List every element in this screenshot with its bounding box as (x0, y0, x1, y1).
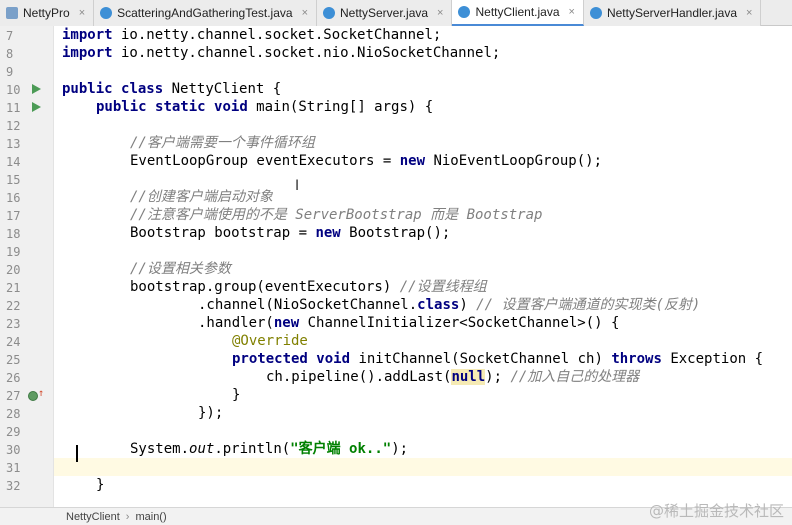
code-line-8: import io.netty.channel.socket.nio.NioSo… (62, 45, 501, 61)
line-number: 32 (6, 479, 21, 493)
line-number: 26 (6, 371, 21, 385)
implements-arrow-icon: ↑ (38, 388, 45, 399)
close-icon[interactable]: × (302, 7, 308, 19)
line-number: 20 (6, 263, 21, 277)
tab-label: NettyServer.java (340, 6, 429, 20)
code-line-30: System.out.println("客户端 ok.."); (130, 441, 409, 457)
watermark: @稀土掘金技术社区 (648, 502, 784, 520)
code-line-28: }); (198, 405, 224, 421)
code-line-14: EventLoopGroup eventExecutors = new NioE… (130, 153, 603, 169)
close-icon[interactable]: × (569, 6, 575, 18)
code-line-25: protected void initChannel(SocketChannel… (232, 351, 764, 367)
line-number: 10 (6, 83, 21, 97)
close-icon[interactable]: × (79, 7, 85, 19)
code-line-18: Bootstrap bootstrap = new Bootstrap(); (130, 225, 451, 241)
tab-label: NettyPro (23, 6, 70, 20)
code-editor[interactable]: import io.netty.channel.socket.SocketCha… (54, 26, 792, 507)
code-line-31-current[interactable] (54, 458, 792, 476)
module-icon (6, 7, 18, 19)
line-number: 9 (6, 65, 14, 79)
mouse-ibeam-cursor-icon: Ⅰ (295, 178, 300, 194)
line-number: 12 (6, 119, 21, 133)
code-line-10: public class NettyClient { (62, 81, 282, 97)
tab-label: NettyServerHandler.java (606, 6, 738, 20)
line-number: 27 (6, 389, 21, 403)
class-icon (589, 7, 602, 19)
code-line-17: //注意客户端使用的不是 ServerBootstrap 而是 Bootstra… (130, 207, 543, 223)
line-number: 11 (6, 101, 21, 115)
line-number: 15 (6, 173, 21, 187)
line-number: 28 (6, 407, 21, 421)
line-number: 8 (6, 47, 14, 61)
class-icon (100, 7, 113, 19)
code-line-27: } (232, 387, 241, 403)
tab-netty-server[interactable]: NettyServer.java × (317, 0, 453, 26)
code-line-13: //客户端需要一个事件循环组 (130, 135, 315, 151)
run-main-icon[interactable] (32, 102, 41, 112)
breadcrumb-method[interactable]: main() (135, 511, 166, 523)
tab-netty-client[interactable]: NettyClient.java × (452, 0, 584, 26)
code-line-16: //创建客户端启动对象 (130, 189, 273, 205)
class-icon (458, 6, 471, 18)
text-caret (76, 445, 78, 462)
class-icon (323, 7, 335, 19)
code-line-22: .channel(NioSocketChannel.class) // 设置客户… (198, 297, 701, 313)
code-line-23: .handler(new ChannelInitializer<SocketCh… (198, 315, 620, 331)
editor-tab-bar: NettyPro × ScatteringAndGatheringTest.ja… (0, 0, 792, 26)
line-number: 25 (6, 353, 21, 367)
line-number: 14 (6, 155, 21, 169)
line-number: 24 (6, 335, 21, 349)
code-line-20: //设置相关参数 (130, 261, 231, 277)
tab-scattering-and-gathering-test[interactable]: ScatteringAndGatheringTest.java × (94, 0, 317, 26)
code-line-24: @Override (232, 333, 308, 349)
line-number: 22 (6, 299, 21, 313)
run-class-icon[interactable] (32, 84, 41, 94)
code-line-26: ch.pipeline().addLast(null); //加入自己的处理器 (266, 369, 640, 385)
line-number: 30 (6, 443, 21, 457)
line-number: 18 (6, 227, 21, 241)
tab-netty-server-handler[interactable]: NettyServerHandler.java × (583, 0, 762, 26)
breadcrumb-class[interactable]: NettyClient (66, 511, 120, 523)
line-number: 16 (6, 191, 21, 205)
line-number: 19 (6, 245, 21, 259)
code-line-32: } (96, 477, 105, 493)
code-line-7: import io.netty.channel.socket.SocketCha… (62, 27, 442, 43)
line-number: 23 (6, 317, 21, 331)
code-line-11: public static void main(String[] args) { (96, 99, 434, 115)
line-number: 29 (6, 425, 21, 439)
close-icon[interactable]: × (437, 7, 443, 19)
line-number: 31 (6, 461, 21, 475)
close-icon[interactable]: × (746, 7, 752, 19)
line-number: 13 (6, 137, 21, 151)
breadcrumb-separator: › (125, 510, 130, 523)
tab-nettypro[interactable]: NettyPro × (0, 0, 95, 26)
override-marker-icon[interactable] (28, 391, 38, 401)
tab-label: ScatteringAndGatheringTest.java (117, 6, 293, 20)
line-number: 7 (6, 29, 14, 43)
editor-gutter: 7 8 9 10 11 12 13 14 15 16 17 18 19 20 2… (0, 26, 54, 507)
code-line-21: bootstrap.group(eventExecutors) //设置线程组 (130, 279, 487, 295)
line-number: 21 (6, 281, 21, 295)
line-number: 17 (6, 209, 21, 223)
tab-label: NettyClient.java (475, 5, 560, 19)
